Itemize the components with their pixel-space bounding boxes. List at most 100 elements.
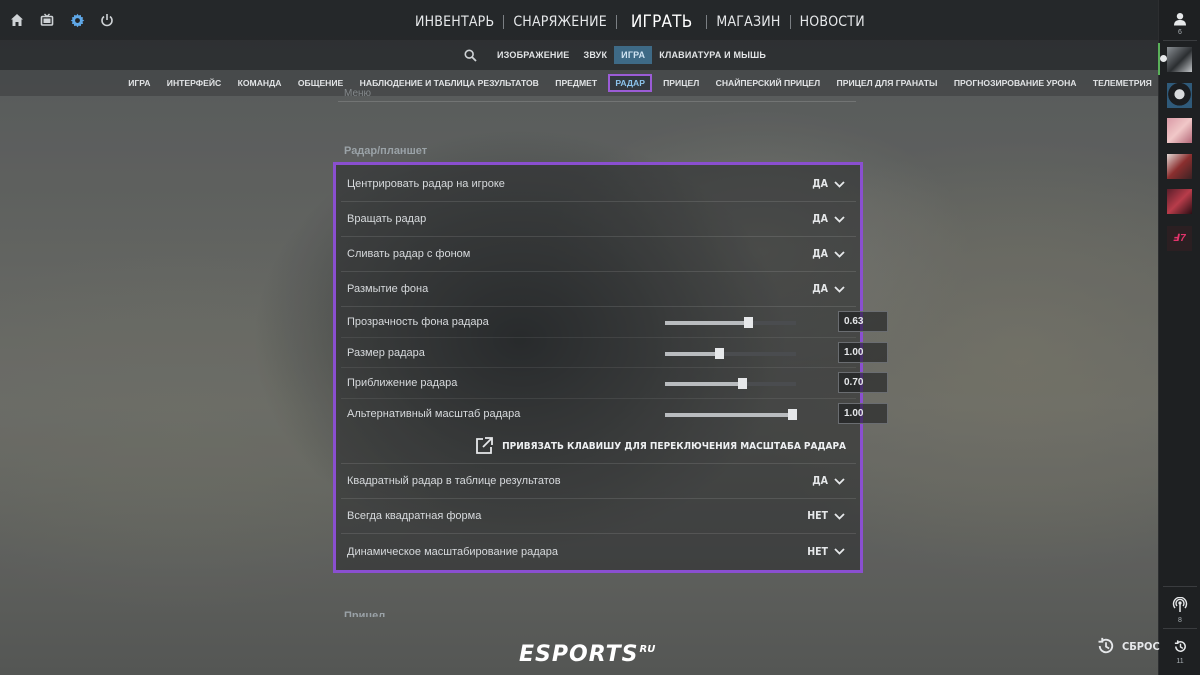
external-link-icon <box>474 436 494 456</box>
chevron-down-icon <box>834 249 846 259</box>
category-tab-item[interactable]: ПРЕДМЕТ <box>547 74 605 92</box>
avatar[interactable] <box>1167 83 1192 108</box>
broadcast-count: 8 <box>1178 617 1182 624</box>
category-tab-radar[interactable]: РАДАР <box>608 74 652 92</box>
tab-keyboard-mouse[interactable]: КЛАВИАТУРА И МЫШЬ <box>652 46 773 64</box>
slider-handle[interactable] <box>714 347 724 359</box>
settings-gear-icon[interactable] <box>66 10 88 30</box>
friends-sidebar: 6 Ⅎ7 8 11 <box>1158 0 1200 675</box>
rotate-radar-dropdown[interactable]: ДА <box>812 213 846 225</box>
slider-handle[interactable] <box>788 408 798 420</box>
setting-row-blur-background: Размытие фона ДА <box>341 272 856 307</box>
nav-news[interactable]: НОВОСТИ <box>791 14 874 30</box>
setting-row-rotate-radar: Вращать радар ДА <box>341 202 856 237</box>
radar-size-slider[interactable] <box>665 347 796 359</box>
radar-settings-panel: Центрировать радар на игроке ДА Вращать … <box>333 162 888 573</box>
chevron-down-icon <box>834 214 846 224</box>
dropdown-value: ДА <box>812 248 828 260</box>
esports-watermark-logo: ESPORTS RU <box>519 642 655 667</box>
status-dot <box>1160 55 1167 62</box>
friends-button[interactable]: 6 <box>1171 12 1189 36</box>
slider-handle[interactable] <box>743 317 753 328</box>
setting-row-square-scoreboard: Квадратный радар в таблице результатов Д… <box>341 464 856 499</box>
user-icon <box>1174 13 1186 26</box>
power-icon[interactable] <box>96 10 118 30</box>
radar-zoom-slider[interactable] <box>665 378 796 389</box>
alt-scale-input[interactable]: 1.00 <box>838 402 888 424</box>
watermark-sub: RU <box>639 644 656 655</box>
slider-fill <box>665 382 743 386</box>
chevron-down-icon <box>834 476 846 486</box>
nav-loadout[interactable]: СНАРЯЖЕНИЕ <box>504 14 616 30</box>
category-tab-grenade-crosshair[interactable]: ПРИЦЕЛ ДЛЯ ГРАНАТЫ <box>828 74 945 92</box>
setting-label: Вращать радар <box>347 213 427 225</box>
tab-video[interactable]: ИЗОБРАЖЕНИЕ <box>490 46 576 64</box>
tv-icon[interactable] <box>36 10 58 30</box>
avatar[interactable] <box>1167 189 1192 214</box>
nav-inventory[interactable]: ИНВЕНТАРЬ <box>406 14 503 30</box>
setting-row-blend-radar: Сливать радар с фоном ДА <box>341 237 856 272</box>
search-icon[interactable] <box>460 45 480 65</box>
avatar[interactable] <box>1167 47 1192 72</box>
nav-play[interactable]: ИГРАТЬ <box>617 12 706 32</box>
radar-size-input[interactable]: 1.00 <box>838 341 888 363</box>
radar-zoom-input[interactable]: 0.70 <box>838 372 888 393</box>
category-tab-communication[interactable]: ОБЩЕНИЕ <box>290 74 352 92</box>
settings-subnav: ИЗОБРАЖЕНИЕ ЗВУК ИГРА КЛАВИАТУРА И МЫШЬ <box>0 40 1158 70</box>
setting-row-always-square: Всегда квадратная форма НЕТ <box>341 499 856 534</box>
tab-game[interactable]: ИГРА <box>614 46 653 64</box>
setting-row-alt-scale: Альтернативный масштаб радара 1.00 <box>341 399 888 430</box>
slider-fill <box>665 351 719 356</box>
chevron-down-icon <box>834 511 846 521</box>
previous-section-text: Меню <box>344 88 372 96</box>
reset-button[interactable]: СБРОС <box>1096 636 1160 656</box>
avatar-logo-text: Ⅎ7 <box>1173 233 1186 244</box>
bind-scale-key-link[interactable]: ПРИВЯЗАТЬ КЛАВИШУ ДЛЯ ПЕРЕКЛЮЧЕНИЯ МАСШТ… <box>474 436 846 456</box>
history-button[interactable]: 11 <box>1171 639 1189 665</box>
reset-label: СБРОС <box>1122 639 1160 653</box>
setting-row-dynamic-scale: Динамическое масштабирование радара НЕТ <box>341 534 856 569</box>
category-tab-sniper-crosshair[interactable]: СНАЙПЕРСКИЙ ПРИЦЕЛ <box>707 74 828 92</box>
dropdown-value: ДА <box>812 283 828 295</box>
category-tab-spectator-scoreboard[interactable]: НАБЛЮДЕНИЕ И ТАБЛИЦА РЕЗУЛЬТАТОВ <box>351 74 547 92</box>
history-count: 11 <box>1176 658 1184 665</box>
broadcast-button[interactable]: 8 <box>1171 596 1189 624</box>
top-icons <box>6 10 118 30</box>
setting-label: Размер радара <box>347 346 425 359</box>
sidebar-divider <box>1163 40 1197 41</box>
category-tab-telemetry[interactable]: ТЕЛЕМЕТРИЯ <box>1085 74 1160 92</box>
blur-background-dropdown[interactable]: ДА <box>812 283 846 295</box>
history-icon <box>1174 640 1186 652</box>
dropdown-value: НЕТ <box>807 545 828 558</box>
dropdown-value: НЕТ <box>807 510 828 522</box>
setting-label: Альтернативный масштаб радара <box>347 407 521 420</box>
blend-radar-dropdown[interactable]: ДА <box>812 248 846 260</box>
tab-audio[interactable]: ЗВУК <box>576 46 614 64</box>
avatar[interactable]: Ⅎ7 <box>1167 226 1192 251</box>
bind-key-label: ПРИВЯЗАТЬ КЛАВИШУ ДЛЯ ПЕРЕКЛЮЧЕНИЯ МАСШТ… <box>502 440 846 452</box>
center-radar-dropdown[interactable]: ДА <box>812 178 846 190</box>
nav-store[interactable]: МАГАЗИН <box>707 14 789 30</box>
dynamic-scale-dropdown[interactable]: НЕТ <box>807 546 846 558</box>
always-square-dropdown[interactable]: НЕТ <box>807 510 846 522</box>
setting-label: Динамическое масштабирование радара <box>347 545 559 558</box>
square-scoreboard-dropdown[interactable]: ДА <box>812 475 846 487</box>
bg-alpha-input[interactable]: 0.63 <box>838 311 888 332</box>
setting-label: Размытие фона <box>347 283 429 295</box>
main-navigation: ИНВЕНТАРЬ СНАРЯЖЕНИЕ ИГРАТЬ МАГАЗИН НОВО… <box>406 10 874 34</box>
avatar[interactable] <box>1167 154 1192 179</box>
category-tab-interface[interactable]: ИНТЕРФЕЙС <box>159 74 230 92</box>
home-icon[interactable] <box>6 10 28 30</box>
avatar[interactable] <box>1167 118 1192 143</box>
friends-count: 6 <box>1178 29 1182 36</box>
slider-fill <box>665 321 748 325</box>
category-tab-damage-prediction[interactable]: ПРОГНОЗИРОВАНИЕ УРОНА <box>946 74 1085 92</box>
alt-scale-slider[interactable] <box>665 408 798 420</box>
setting-row-radar-size: Размер радара 1.00 <box>341 338 888 368</box>
category-tab-crosshair[interactable]: ПРИЦЕЛ <box>655 74 708 92</box>
category-tab-team[interactable]: КОМАНДА <box>229 74 289 92</box>
watermark-main: ESPORTS <box>519 642 639 667</box>
slider-handle[interactable] <box>738 378 748 389</box>
bg-alpha-slider[interactable] <box>665 317 796 328</box>
category-tab-game[interactable]: ИГРА <box>120 74 159 92</box>
